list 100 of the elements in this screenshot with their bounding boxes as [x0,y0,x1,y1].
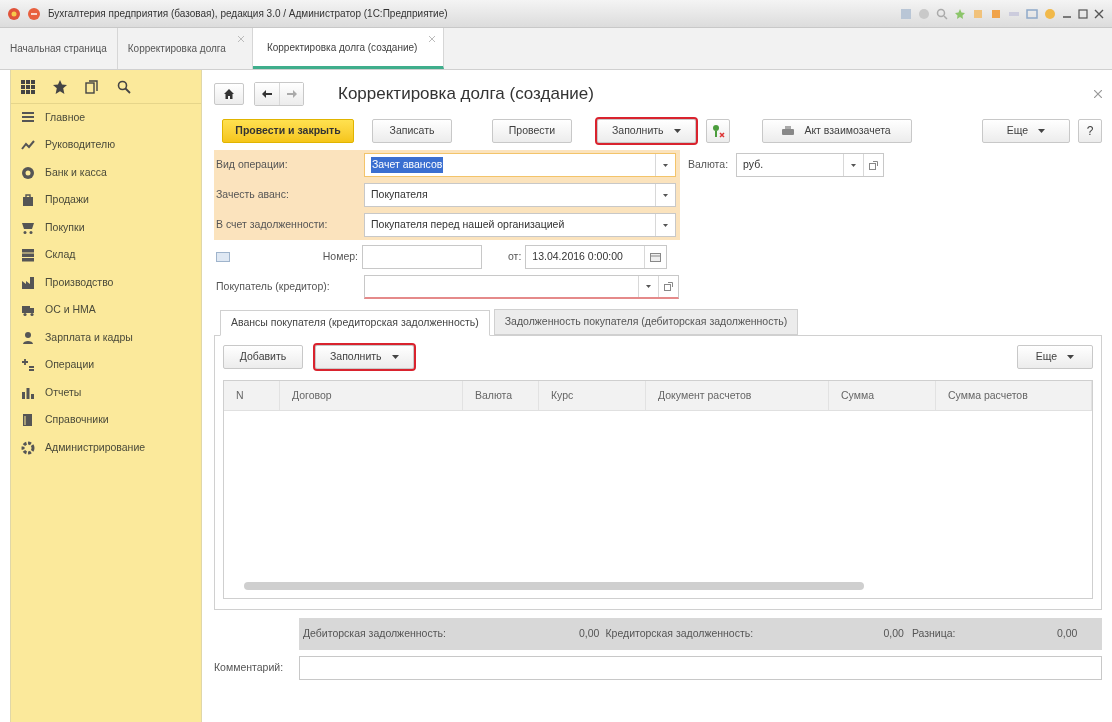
scrollbar[interactable] [244,582,864,590]
input-field[interactable]: 13.04.2016 0:00:00 [525,245,668,269]
sidebar-item[interactable]: Зарплата и кадры [11,324,201,352]
sidebar-item[interactable]: Производство [11,269,201,297]
person-icon [21,330,35,345]
close-icon[interactable] [1094,90,1102,98]
column-header[interactable]: Сумма [829,381,936,410]
input-field[interactable]: руб. [736,153,885,177]
total-label: Разница: [911,626,957,642]
sidebar-item[interactable]: ОС и НМА [11,296,201,324]
dropdown-button[interactable]: Еще [982,119,1070,143]
star-icon[interactable] [53,79,67,94]
sidebar-item[interactable]: Склад [11,241,201,269]
column-header[interactable]: Курс [539,381,646,410]
sidebar-item[interactable]: Руководителю [11,131,201,159]
document-icon [216,252,230,262]
toolbar-button[interactable]: Записать [372,119,452,143]
caret-icon [646,285,651,288]
window-title: Бухгалтерия предприятия (базовая), редакция 3.0 / Администратор (1С:Предприятие) [48,7,448,21]
section-tab[interactable]: Задолженность покупателя (дебиторская задолженность) [493,309,799,335]
sidebar-item[interactable]: Покупки [11,214,201,242]
printer-icon [782,126,795,136]
shelves-icon [21,248,35,263]
caret-icon [663,193,668,197]
input-field[interactable] [362,245,482,269]
caret-icon [673,129,681,133]
star-icon[interactable] [954,7,966,20]
more-button[interactable]: Еще [1017,345,1093,369]
field-label: Валюта: [688,157,729,173]
field-label: Номер: [321,249,359,265]
bag-icon [21,193,35,208]
field-label: В счет задолженности: [216,217,329,233]
post-and-close-button[interactable]: Провести и закрыть [222,119,354,143]
caret-icon [663,223,668,227]
sidebar-item[interactable]: Банк и касса [11,159,201,187]
home-icon [224,89,234,99]
list-icon [21,110,35,125]
caret-icon [1067,355,1075,359]
tab[interactable]: Корректировка долга [117,28,253,69]
field-label: от: [508,249,522,265]
structure-button[interactable] [705,119,730,143]
sidebar-item[interactable]: Справочники [11,406,201,434]
tree-icon [710,124,725,138]
truck-icon [21,303,35,318]
tab[interactable]: Начальная страница [0,28,118,69]
factory-icon [21,275,35,290]
help-button[interactable]: ? [1078,119,1102,143]
column-header[interactable]: Документ расчетов [646,381,829,410]
sidebar-item[interactable]: Администрирование [11,434,201,462]
left-arrow-icon [262,90,272,98]
section-tab[interactable]: Авансы покупателя (кредиторская задолженность) [220,310,490,336]
field-label: Комментарий: [214,660,285,676]
caret-icon [663,163,668,167]
input-field[interactable]: Зачет авансов [364,153,676,177]
column-header[interactable]: Договор [280,381,463,410]
total-label: Дебиторская задолженность: [303,626,447,642]
book-icon [21,413,35,428]
coin-icon [21,165,35,180]
field-label: Покупатель (кредитор): [216,279,331,295]
search-icon[interactable] [117,79,131,94]
column-header[interactable]: Сумма расчетов [936,381,1092,410]
sidebar-item[interactable]: Продажи [11,186,201,214]
total-value: 0,00 [883,626,904,642]
app-logo-icon [8,7,20,20]
column-header[interactable]: N [224,381,280,410]
menu-icon[interactable] [28,7,40,20]
close-icon[interactable] [1094,8,1104,19]
total-value: 0,00 [1056,626,1078,642]
sidebar-item[interactable]: Операции [11,351,201,379]
field-label: Зачесть аванс: [216,187,290,203]
form-title: Корректировка долга (создание) [338,83,594,106]
pages-icon[interactable] [85,79,99,94]
window-icon[interactable] [1026,7,1038,20]
dropdown-button[interactable]: Заполнить [315,345,414,369]
input-field[interactable] [364,275,679,299]
maximize-icon[interactable] [1078,8,1088,19]
operations-icon [21,358,35,373]
input-field[interactable]: Покупателя перед нашей организацией [364,213,676,237]
caret-icon [391,355,399,359]
dropdown-button[interactable]: Заполнить [597,119,696,143]
open-icon [869,160,879,170]
toolbar-button[interactable]: Провести [492,119,572,143]
column-header[interactable]: Валюта [463,381,539,410]
comment-field[interactable] [299,656,1102,680]
print-button[interactable]: Акт взаимозачета [761,119,912,143]
caret-icon [851,163,857,167]
field-label: Вид операции: [216,157,289,173]
home-button[interactable] [214,83,244,105]
cart-icon [21,220,35,235]
gear-icon [21,440,35,455]
open-icon [664,282,673,291]
sidebar-item[interactable]: Отчеты [11,379,201,407]
input-field[interactable]: Покупателя [364,183,676,207]
toolbar-button[interactable]: Добавить [223,345,303,369]
tab[interactable]: Корректировка долга (создание) [252,28,445,69]
total-value: 0,00 [579,626,600,642]
back-button[interactable] [255,83,279,105]
total-label: Кредиторская задолженность: [605,626,755,642]
bar-chart-icon [21,385,35,400]
sidebar-item[interactable]: Главное [11,104,201,132]
